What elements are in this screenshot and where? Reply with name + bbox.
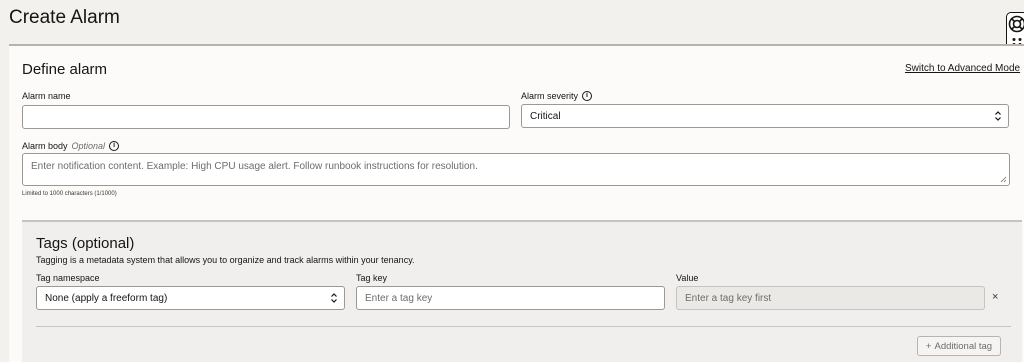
info-icon[interactable]: i	[582, 91, 593, 101]
alarm-severity-label: Alarm severity i	[521, 91, 593, 101]
alarm-name-label: Alarm name	[22, 91, 71, 101]
resize-grip-icon[interactable]	[1000, 176, 1007, 183]
tag-namespace-select[interactable]: None (apply a freeform tag)	[36, 286, 345, 310]
tag-key-label: Tag key	[356, 273, 388, 283]
alarm-severity-select[interactable]: Critical	[521, 104, 1009, 128]
tags-title: Tags (optional)	[36, 235, 135, 252]
switch-advanced-mode-link[interactable]: Switch to Advanced Mode	[905, 63, 1020, 74]
additional-tag-button[interactable]: + Additional tag	[917, 336, 1001, 356]
tag-namespace-label: Tag namespace	[36, 273, 100, 283]
tags-description: Tagging is a metadata system that allows…	[36, 255, 415, 265]
define-alarm-card: Define alarm Switch to Advanced Mode Ala…	[9, 44, 1024, 362]
plus-icon: +	[925, 340, 932, 352]
alarm-severity-value: Critical	[530, 110, 561, 122]
alarm-body-textarea[interactable]: Enter notification content. Example: Hig…	[22, 153, 1010, 186]
lifebuoy-icon	[1008, 15, 1024, 33]
select-chevron-icon	[331, 293, 337, 303]
section-title: Define alarm	[22, 61, 108, 78]
tag-value-label: Value	[676, 273, 699, 283]
alarm-name-input[interactable]	[22, 105, 510, 129]
remove-tag-icon[interactable]: ×	[992, 291, 998, 303]
alarm-body-label: Alarm body Optional i	[22, 141, 120, 151]
info-icon[interactable]: i	[109, 141, 120, 151]
optional-tag: Optional	[71, 141, 106, 151]
tag-key-input[interactable]: Enter a tag key	[356, 286, 665, 310]
select-chevron-icon	[995, 111, 1001, 121]
alarm-body-placeholder: Enter notification content. Example: Hig…	[31, 161, 478, 172]
character-count-hint: Limited to 1000 characters (1/1000)	[22, 191, 117, 197]
tag-value-placeholder: Enter a tag key first	[685, 292, 772, 304]
page-title: Create Alarm	[9, 7, 120, 28]
tags-panel: Tags (optional) Tagging is a metadata sy…	[22, 220, 1022, 362]
tag-namespace-value: None (apply a freeform tag)	[45, 292, 168, 304]
additional-tag-label: Additional tag	[934, 340, 993, 352]
tag-value-input: Enter a tag key first	[676, 286, 985, 310]
divider	[36, 326, 1011, 327]
tag-key-placeholder: Enter a tag key	[365, 292, 433, 304]
